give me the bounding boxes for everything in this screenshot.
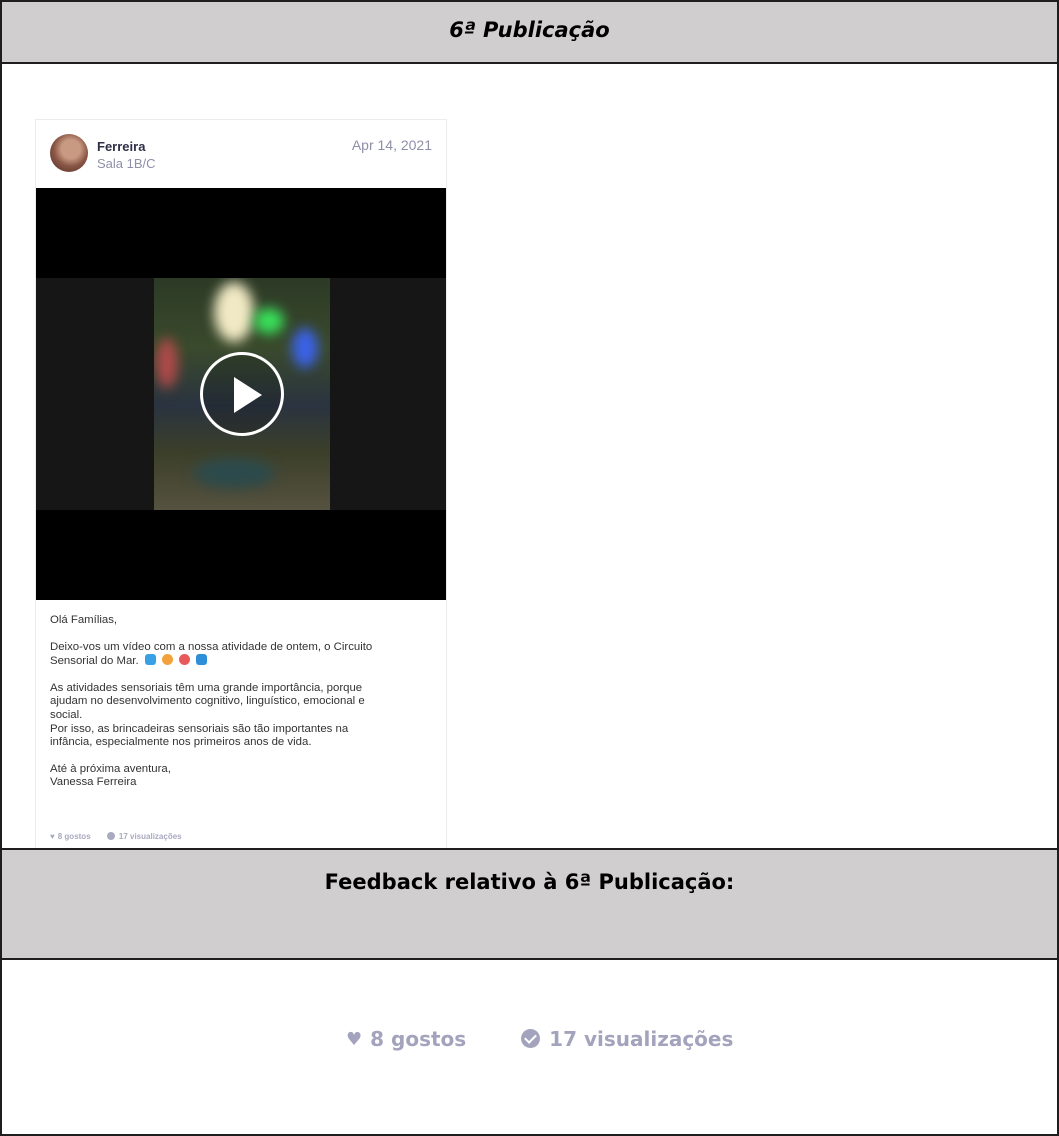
post-text-line: ajudam no desenvolvimento cognitivo, lin…: [50, 695, 365, 708]
octopus-emoji-icon: [179, 654, 191, 666]
post-text-line: Por isso, as brincadeiras sensoriais são…: [50, 722, 349, 735]
views-count: 17 visualizações: [118, 832, 182, 841]
post-closing: Até à próxima aventura,: [50, 762, 171, 775]
post-text-line: Sensorial do Mar.: [50, 655, 139, 668]
post-text-line: Deixo-vos um vídeo com a nossa atividade…: [50, 640, 373, 653]
feedback-views-count: 17 visualizações: [549, 1027, 734, 1051]
heart-icon: ♥: [346, 1029, 363, 1050]
feedback-likes-count: 8 gostos: [370, 1027, 467, 1051]
post-text-line: social.: [50, 708, 83, 721]
feedback-views: 17 visualizações: [521, 1027, 733, 1051]
publication-title: 6ª Publicação: [449, 18, 610, 42]
sun-emoji-icon: [161, 654, 173, 666]
post-room: Sala 1B/C: [97, 156, 156, 171]
header-band: 6ª Publicação: [2, 2, 1057, 64]
post-text-line: As atividades sensoriais têm uma grande …: [50, 681, 363, 694]
post-stats: ♥ 8 gostos 17 visualizações: [50, 832, 196, 841]
post-date: Apr 14, 2021: [351, 137, 432, 153]
post-text-line: infância, especialmente nos primeiros an…: [50, 736, 312, 749]
feedback-likes: ♥ 8 gostos: [346, 1027, 466, 1051]
dolphin-emoji-icon: [144, 654, 156, 666]
publication-table: 6ª Publicação Ferreira Sala 1B/C Apr 14,…: [0, 0, 1059, 1136]
feedback-title: Feedback relativo à 6ª Publicação:: [324, 870, 735, 894]
post-card: Ferreira Sala 1B/C Apr 14, 2021 Olá Famí…: [35, 119, 447, 859]
post-text-line-with-emojis: Sensorial do Mar.: [50, 654, 440, 669]
post-body: Olá Famílias, Deixo-vos um vídeo com a n…: [50, 614, 440, 803]
wave-emoji-icon: [196, 654, 208, 666]
check-circle-icon: [106, 832, 115, 840]
likes-count: 8 gostos: [57, 832, 91, 841]
views-stat: 17 visualizações: [106, 832, 182, 841]
post-author: Ferreira: [97, 139, 146, 154]
check-circle-icon: [521, 1029, 541, 1048]
post-signature: Vanessa Ferreira: [50, 776, 137, 789]
play-icon: [234, 377, 262, 413]
feedback-band: Feedback relativo à 6ª Publicação:: [2, 848, 1057, 960]
heart-icon: ♥: [50, 832, 55, 841]
play-button[interactable]: [200, 352, 284, 436]
feedback-stats: ♥ 8 gostos 17 visualizações: [346, 1027, 781, 1051]
video-player[interactable]: [36, 188, 446, 600]
likes-stat[interactable]: ♥ 8 gostos: [50, 832, 91, 841]
post-greeting: Olá Famílias,: [50, 614, 118, 626]
avatar: [50, 134, 88, 172]
